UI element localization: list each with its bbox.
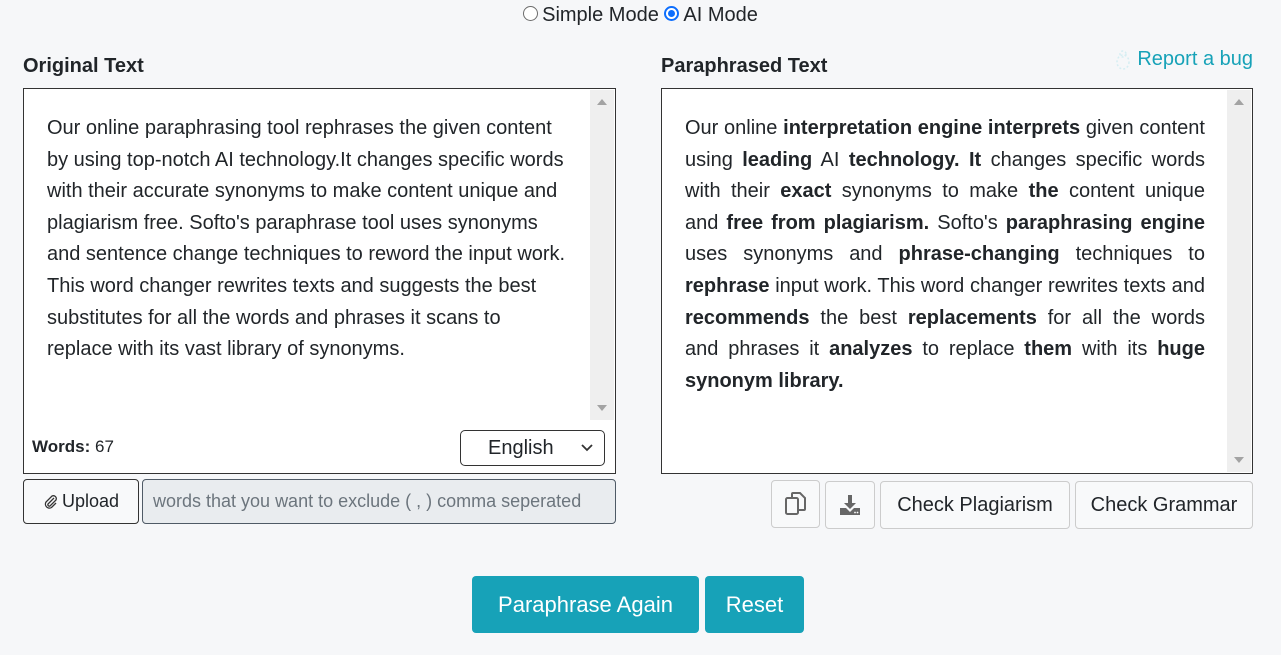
language-value: English	[488, 436, 554, 459]
reset-button[interactable]: Reset	[705, 576, 804, 633]
copy-icon	[784, 492, 806, 515]
original-text-input[interactable]: Our online paraphrasing tool rephrases t…	[47, 113, 567, 366]
changed-phrase[interactable]: them	[1024, 338, 1072, 360]
changed-phrase[interactable]: recommends	[685, 307, 810, 329]
text-segment: AI	[812, 148, 849, 171]
simple-mode-label: Simple Mode	[542, 4, 659, 26]
download-icon	[840, 495, 860, 515]
check-plagiarism-label: Check Plagiarism	[897, 493, 1053, 516]
scroll-up-arrow-icon[interactable]	[597, 99, 607, 105]
copy-button[interactable]	[771, 480, 820, 528]
mode-simple[interactable]: Simple Mode	[523, 4, 659, 27]
paraphrased-text-title: Paraphrased Text	[661, 55, 828, 77]
text-segment: the best	[809, 306, 908, 329]
changed-phrase[interactable]: interpretation engine interprets	[783, 117, 1080, 139]
text-segment: techniques to	[1059, 243, 1205, 266]
changed-phrase[interactable]: free from plagiarism.	[726, 212, 929, 234]
changed-phrase[interactable]: analyzes	[829, 338, 912, 360]
paraphrased-text-scrollbar[interactable]	[1227, 90, 1251, 472]
original-text-panel: Our online paraphrasing tool rephrases t…	[23, 88, 616, 474]
upload-button[interactable]: Upload	[23, 479, 139, 524]
text-segment: Softo's	[929, 211, 1006, 234]
original-text-scrollbar[interactable]	[590, 90, 614, 420]
changed-phrase[interactable]: rephrase	[685, 275, 770, 297]
mode-selector: Simple Mode AI Mode	[0, 4, 1281, 29]
reset-label: Reset	[725, 591, 784, 617]
text-segment: uses synonyms and	[685, 243, 899, 266]
report-bug-link[interactable]: Report a bug	[1113, 48, 1253, 71]
changed-phrase[interactable]: technology. It	[849, 149, 981, 171]
scroll-down-arrow-icon[interactable]	[597, 405, 607, 411]
exclude-words-input[interactable]	[142, 479, 616, 524]
changed-phrase[interactable]: exact	[780, 180, 831, 202]
changed-phrase[interactable]: leading	[742, 149, 812, 171]
paraphrased-text-panel: Our online interpretation engine interpr…	[661, 88, 1253, 474]
changed-phrase[interactable]: phrase-changing	[899, 243, 1060, 265]
text-segment: with its	[1072, 338, 1158, 361]
words-label: Words:	[32, 437, 91, 456]
text-segment: Our online	[685, 117, 784, 139]
paperclip-icon	[44, 494, 57, 509]
check-grammar-button[interactable]: Check Grammar	[1075, 481, 1253, 529]
ai-mode-label: AI Mode	[683, 4, 758, 26]
report-bug-label: Report a bug	[1137, 48, 1253, 70]
mode-ai[interactable]: AI Mode	[664, 4, 758, 27]
words-value: 67	[94, 437, 114, 456]
changed-phrase[interactable]: replacements	[908, 307, 1037, 329]
ai-mode-radio[interactable]	[664, 6, 680, 21]
language-select[interactable]: English	[460, 430, 605, 466]
scroll-up-arrow-icon[interactable]	[1234, 99, 1244, 105]
word-count: Words: 67	[32, 437, 114, 457]
changed-phrase[interactable]: paraphrasing engine	[1006, 212, 1205, 234]
check-plagiarism-button[interactable]: Check Plagiarism	[880, 481, 1070, 529]
original-text-title: Original Text	[23, 55, 144, 77]
chevron-down-icon	[581, 444, 593, 452]
upload-label: Upload	[61, 491, 120, 511]
changed-phrase[interactable]: the	[1029, 180, 1059, 202]
scroll-down-arrow-icon[interactable]	[1234, 457, 1244, 463]
paraphrase-again-label: Paraphrase Again	[498, 591, 673, 617]
check-grammar-label: Check Grammar	[1090, 493, 1238, 516]
text-segment: synonyms to make	[831, 180, 1029, 203]
simple-mode-radio[interactable]	[523, 6, 539, 21]
download-button[interactable]	[825, 481, 875, 529]
paraphrased-text-output[interactable]: Our online interpretation engine interpr…	[685, 113, 1205, 397]
paraphrase-again-button[interactable]: Paraphrase Again	[472, 576, 699, 633]
bug-icon	[1116, 49, 1131, 70]
text-segment: to replace	[912, 338, 1025, 361]
text-segment: input work. This word changer rewrites t…	[769, 274, 1205, 297]
